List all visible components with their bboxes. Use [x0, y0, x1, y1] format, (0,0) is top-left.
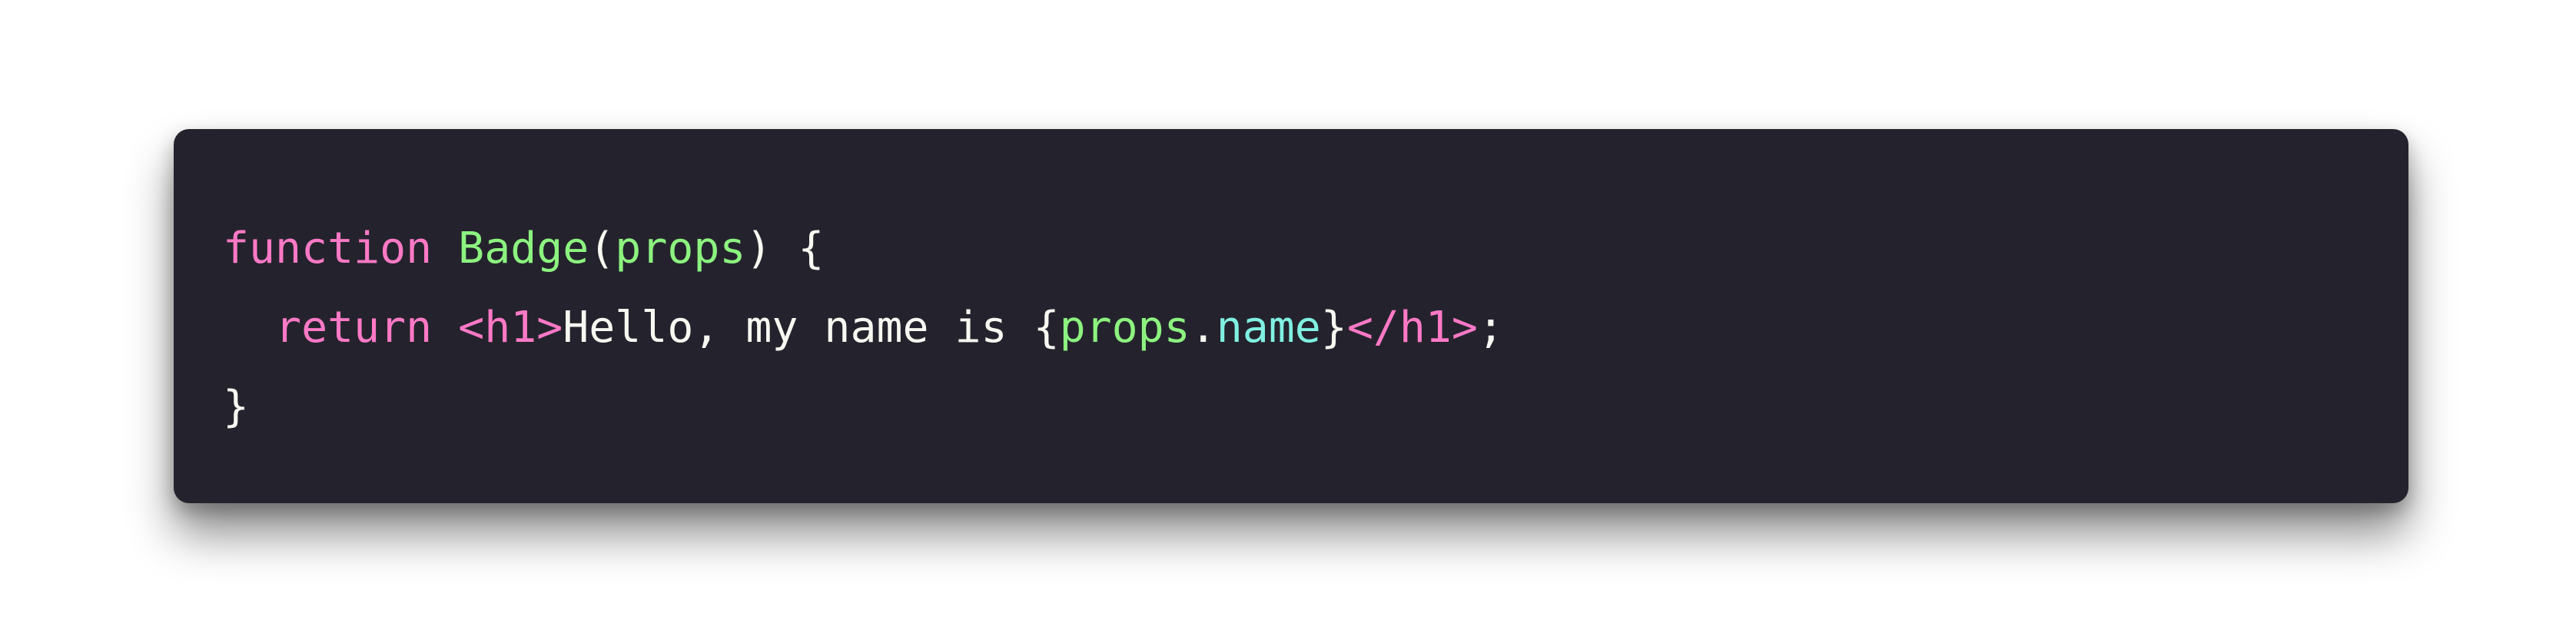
expr-property: name	[1216, 303, 1321, 353]
code-line-1: function Badge(props) {	[223, 209, 2408, 288]
code-block: function Badge(props) { return <h1>Hello…	[174, 129, 2408, 503]
expr-dot: .	[1190, 303, 1217, 353]
close-brace: }	[223, 382, 250, 432]
canvas: function Badge(props) { return <h1>Hello…	[0, 0, 2576, 633]
jsx-close-tag: </h1>	[1346, 303, 1478, 353]
jsx-text: Hello, my name is	[563, 303, 1034, 353]
expr-close-brace: }	[1320, 303, 1347, 353]
jsx-open-tag: <h1>	[458, 303, 563, 353]
function-name: Badge	[458, 224, 589, 273]
expr-open-brace: {	[1033, 303, 1060, 353]
expr-object: props	[1059, 303, 1190, 353]
code-line-2: return <h1>Hello, my name is {props.name…	[223, 288, 2408, 367]
close-paren-open-brace: ) {	[745, 224, 825, 273]
open-paren: (	[589, 224, 616, 273]
semicolon: ;	[1477, 303, 1504, 353]
keyword-function: function	[223, 224, 433, 273]
param-props: props	[615, 224, 746, 273]
code-line-3: }	[223, 367, 2408, 446]
code-content: function Badge(props) { return <h1>Hello…	[223, 209, 2408, 446]
keyword-return: return	[275, 303, 433, 353]
